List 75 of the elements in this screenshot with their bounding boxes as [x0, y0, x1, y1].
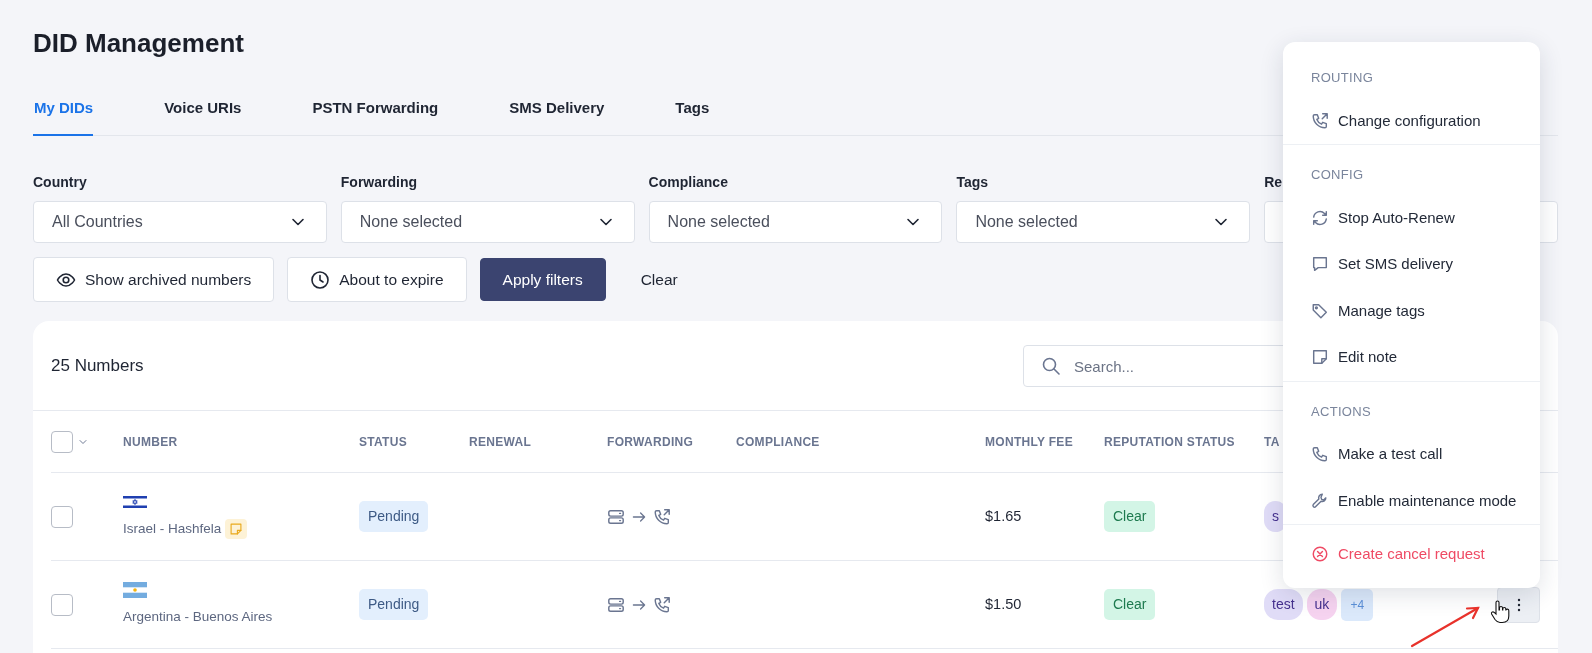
menu-section-heading: CONFIG	[1310, 166, 1365, 184]
close-circle-icon	[1311, 545, 1329, 564]
filter-label: Tags	[956, 173, 989, 189]
tag-chip: test	[1264, 589, 1303, 620]
select-field[interactable]: None selected	[340, 201, 635, 243]
menu-section-heading: ROUTING	[1310, 69, 1375, 87]
checkbox[interactable]	[51, 430, 73, 453]
reputation-badge: Clear	[1104, 589, 1156, 620]
column-header: NUMBER	[123, 433, 178, 451]
server-icon	[607, 507, 625, 526]
server-icon	[607, 595, 625, 614]
note-icon	[229, 521, 244, 536]
checkbox[interactable]	[51, 593, 73, 616]
menu-section-heading: ACTIONS	[1310, 402, 1372, 421]
tab[interactable]: Voice URIs	[163, 82, 242, 136]
tag-icon	[1311, 301, 1329, 320]
hand-cursor-icon	[1490, 600, 1510, 624]
select-value: None selected	[667, 212, 770, 232]
select-field[interactable]: All Countries	[33, 201, 327, 243]
filter-button[interactable]: About to expire	[287, 257, 467, 302]
checkbox[interactable]	[51, 505, 73, 528]
phone-icon	[1311, 445, 1329, 464]
monthly-fee: $1.50	[985, 594, 1022, 614]
tab[interactable]: My DIDs	[33, 82, 94, 136]
status-badge: Pending	[359, 589, 429, 620]
clear-button[interactable]: Clear	[618, 257, 700, 302]
number-location: Israel - Hashfela	[123, 520, 222, 536]
tab[interactable]: PSTN Forwarding	[311, 82, 439, 136]
flag-icon	[123, 493, 147, 510]
filter-label: Compliance	[648, 173, 728, 189]
column-header: REPUTATION STATUS	[1104, 433, 1235, 451]
number-location: Argentina - Buenos Aires	[123, 608, 273, 624]
select-value: None selected	[975, 212, 1078, 232]
menu-item[interactable]: Set SMS delivery	[1298, 241, 1525, 288]
phone-forward-icon	[653, 507, 671, 526]
number-count: 25 Numbers	[51, 354, 144, 377]
filter-label: Re	[1264, 173, 1283, 189]
phone-forward-icon	[653, 595, 671, 614]
tab[interactable]: Tags	[674, 82, 710, 136]
note-icon	[1311, 348, 1329, 367]
filter-label: Forwarding	[340, 173, 418, 189]
column-header: MONTHLY FEE	[985, 433, 1073, 451]
select-field[interactable]: None selected	[648, 201, 943, 243]
status-badge: Pending	[359, 501, 429, 532]
kebab-icon	[1516, 597, 1521, 612]
more-tags-badge: +4	[1341, 588, 1374, 621]
reputation-badge: Clear	[1104, 501, 1156, 532]
filter-button[interactable]: Show archived numbers	[33, 257, 275, 302]
clock-icon	[310, 269, 331, 290]
refresh-icon	[1311, 208, 1329, 227]
column-header: COMPLIANCE	[736, 433, 820, 451]
select-field[interactable]: None selected	[956, 201, 1251, 243]
phone-forward-icon	[1311, 111, 1329, 130]
menu-item[interactable]: Enable maintenance mode	[1298, 477, 1525, 524]
filter-button[interactable]: Apply filters	[479, 258, 606, 301]
column-header: FORWARDING	[607, 433, 694, 451]
filter-label: Country	[33, 173, 87, 189]
flag-icon	[123, 581, 147, 598]
select-value: All Countries	[52, 212, 143, 232]
column-header: RENEWAL	[469, 433, 532, 451]
menu-item[interactable]: Make a test call	[1298, 431, 1525, 478]
select-value: None selected	[359, 212, 463, 232]
column-header: TA	[1264, 433, 1280, 451]
column-header: STATUS	[359, 433, 408, 451]
wrench-icon	[1311, 491, 1329, 510]
menu-item[interactable]: Manage tags	[1298, 287, 1525, 334]
chat-icon	[1311, 255, 1329, 274]
page-title: DID Management	[33, 27, 245, 60]
note-badge[interactable]	[225, 518, 248, 539]
tab[interactable]: SMS Delivery	[508, 82, 605, 136]
menu-item[interactable]: Create cancel request	[1298, 525, 1525, 580]
tag-chip: uk	[1306, 589, 1338, 620]
menu-item[interactable]: Change configuration	[1298, 97, 1525, 144]
monthly-fee: $1.65	[985, 506, 1022, 526]
menu-item[interactable]: Stop Auto-Renew	[1298, 194, 1525, 241]
